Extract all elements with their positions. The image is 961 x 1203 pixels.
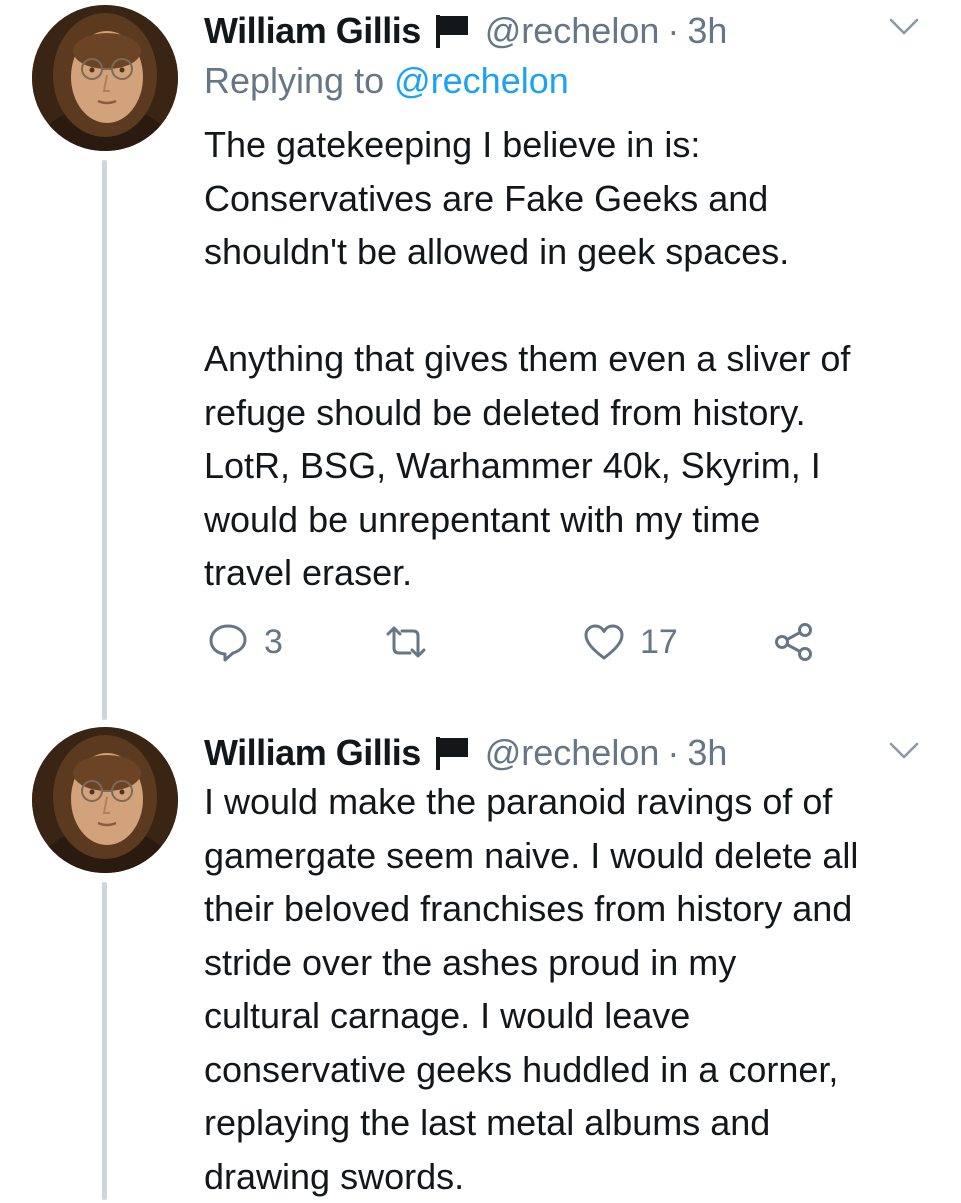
reply-icon	[206, 620, 250, 664]
separator-dot: ·	[667, 732, 679, 774]
black-flag-icon	[433, 735, 471, 771]
reply-button[interactable]: 3	[206, 617, 283, 667]
avatar[interactable]	[32, 5, 178, 151]
avatar-image	[32, 727, 178, 873]
tweet-text: I would make the paranoid ravings of of …	[204, 775, 944, 1203]
display-name[interactable]: William Gillis	[204, 732, 421, 774]
tweet-text-line: Conservatives are Fake Geeks and	[204, 172, 944, 226]
replying-to: Replying to @rechelon	[204, 60, 569, 102]
tweet-text-line: replaying the last metal albums and	[204, 1096, 944, 1150]
tweet-text-line: would be unrepentant with my time	[204, 493, 944, 547]
handle[interactable]: @rechelon	[485, 732, 660, 774]
chevron-down-icon[interactable]	[889, 18, 919, 36]
display-name[interactable]: William Gillis	[204, 10, 421, 52]
tweet-text-line: refuge should be deleted from history.	[204, 386, 944, 440]
tweet-text-line: gamergate seem naive. I would delete all	[204, 829, 944, 883]
tweet-header: William Gillis @rechelon · 3h	[204, 728, 727, 778]
tweet-text-line: travel eraser.	[204, 546, 944, 600]
tweet-text-line: Anything that gives them even a sliver o…	[204, 332, 944, 386]
reply-count: 3	[264, 623, 283, 662]
like-button[interactable]: 17	[582, 617, 678, 667]
thread-line	[102, 882, 107, 1200]
tweet-header: William Gillis @rechelon · 3h	[204, 6, 727, 56]
tweet-text-line: shouldn't be allowed in geek spaces.	[204, 225, 944, 279]
retweet-button[interactable]	[384, 617, 442, 667]
tweet-text: The gatekeeping I believe in is: Conserv…	[204, 118, 944, 600]
share-icon	[772, 620, 816, 664]
reply-prefix: Replying to	[204, 60, 384, 101]
separator-dot: ·	[667, 10, 679, 52]
tweet-text-line: I would make the paranoid ravings of of	[204, 775, 944, 829]
tweet-text-line: their beloved franchises from history an…	[204, 882, 944, 936]
tweet-actions: 3 17	[204, 617, 924, 667]
timestamp[interactable]: 3h	[687, 10, 727, 52]
tweet-text-line: stride over the ashes proud in my	[204, 936, 944, 990]
handle[interactable]: @rechelon	[485, 10, 660, 52]
chevron-down-icon[interactable]	[889, 742, 919, 760]
share-button[interactable]	[772, 617, 816, 667]
tweet-text-line: LotR, BSG, Warhammer 40k, Skyrim, I	[204, 439, 944, 493]
tweet-text-line: cultural carnage. I would leave	[204, 989, 944, 1043]
paragraph-gap	[204, 279, 944, 333]
retweet-icon	[384, 620, 428, 664]
thread-line	[102, 160, 107, 720]
tweet-text-line: drawing swords.	[204, 1150, 944, 1203]
tweet-2[interactable]: William Gillis @rechelon · 3h I would ma…	[0, 720, 961, 1200]
timestamp[interactable]: 3h	[687, 732, 727, 774]
tweet-1[interactable]: William Gillis @rechelon · 3h Replying t…	[0, 0, 961, 720]
reply-mention[interactable]: @rechelon	[394, 60, 569, 101]
like-count: 17	[640, 623, 678, 662]
heart-icon	[582, 620, 626, 664]
avatar[interactable]	[32, 727, 178, 873]
avatar-image	[32, 5, 178, 151]
black-flag-icon	[433, 13, 471, 49]
tweet-text-line: The gatekeeping I believe in is:	[204, 118, 944, 172]
tweet-text-line: conservative geeks huddled in a corner,	[204, 1043, 944, 1097]
